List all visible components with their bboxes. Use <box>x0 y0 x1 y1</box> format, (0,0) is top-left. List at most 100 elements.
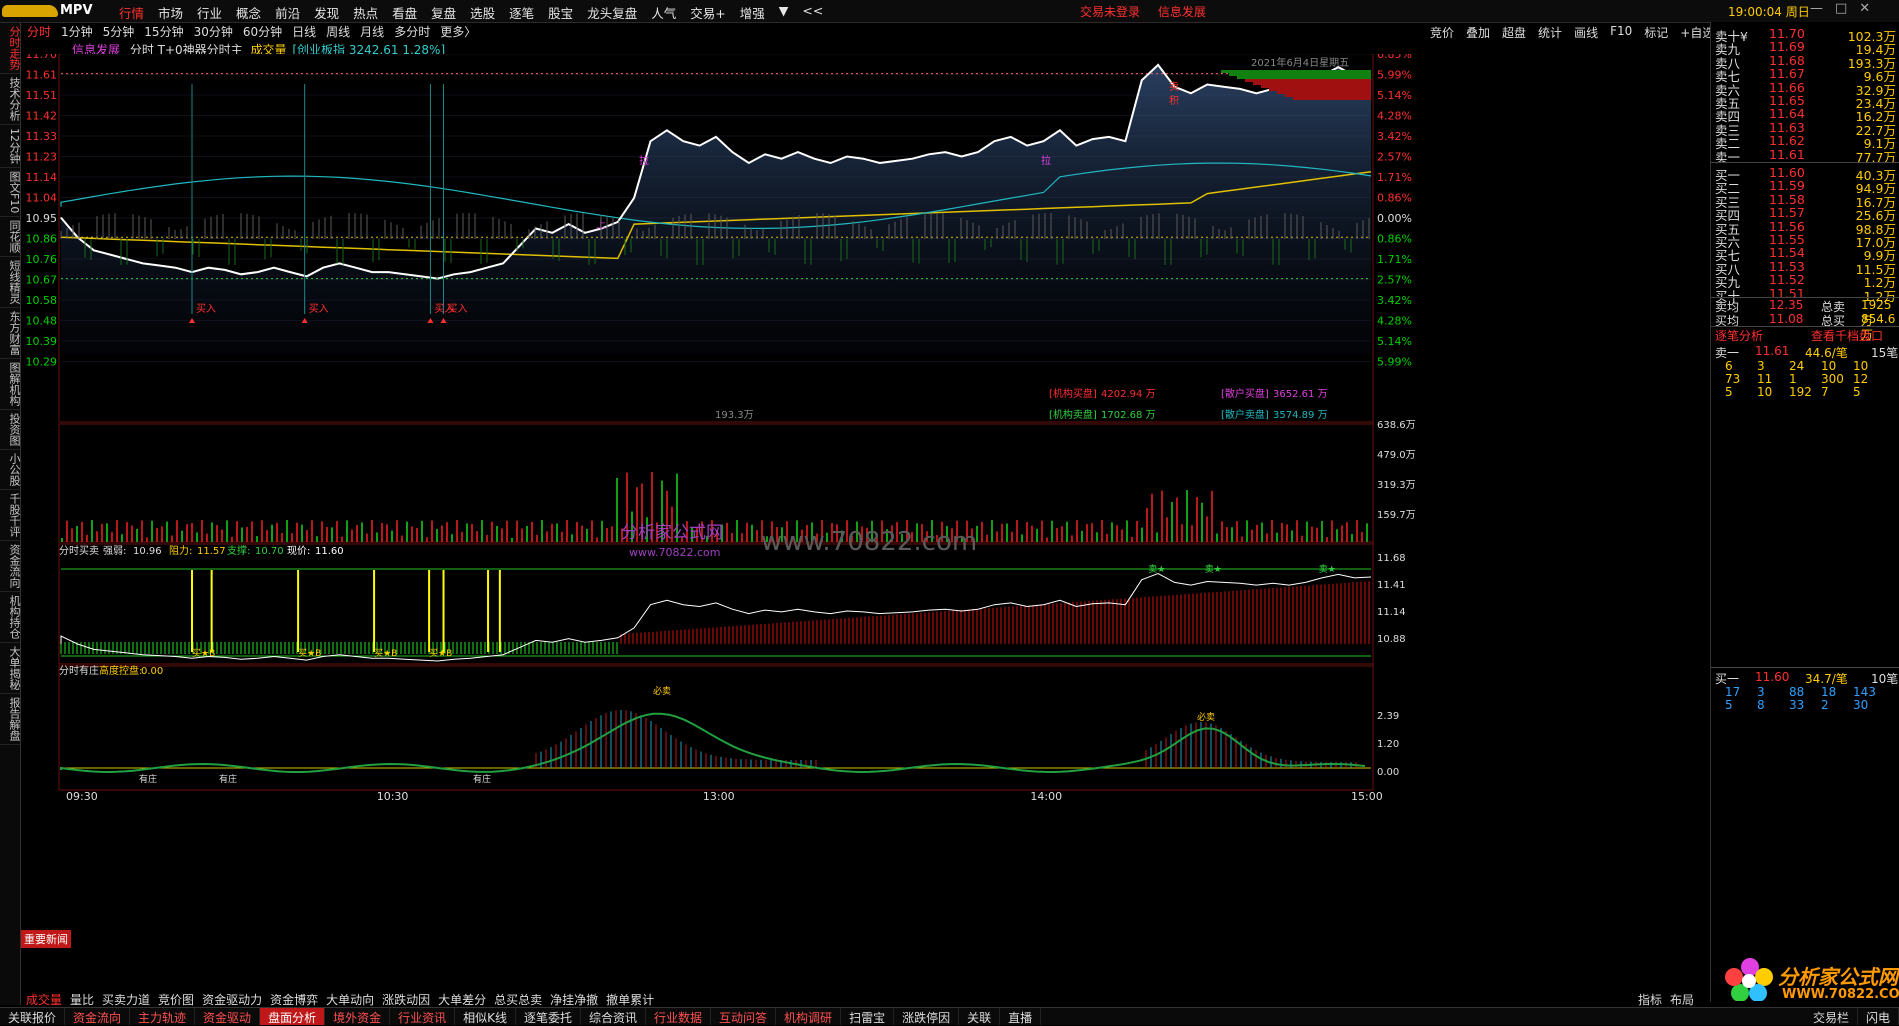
info-tab[interactable]: 盘面分析 <box>260 1008 326 1025</box>
info-tab[interactable]: 关联 <box>959 1008 1001 1025</box>
period-tab[interactable]: 更多〉 <box>435 23 481 39</box>
left-tab[interactable]: 12分钟 <box>0 125 21 168</box>
menu-item[interactable]: 交易+ <box>683 3 732 21</box>
info-tab[interactable]: 涨跌停因 <box>894 1008 960 1025</box>
indicator-tab[interactable]: 撤单累计 <box>602 991 658 1007</box>
menu-item[interactable]: 行情 <box>112 3 151 21</box>
info-tab[interactable]: 扫雷宝 <box>841 1008 895 1025</box>
info-tab[interactable]: 机构调研 <box>776 1008 842 1025</box>
menu-item[interactable]: 选股 <box>463 3 502 21</box>
chart-tool-button[interactable]: 叠加 <box>1460 24 1496 41</box>
menu-item[interactable]: 龙头复盘 <box>580 3 644 21</box>
news-button[interactable]: 重要新闻 <box>21 930 71 948</box>
indicator-button[interactable]: 指标 <box>1638 991 1662 1008</box>
menu-item[interactable]: 股宝 <box>541 3 580 21</box>
close-icon[interactable]: ✕ <box>1859 1 1870 16</box>
menu-item[interactable]: 逐笔 <box>502 3 541 21</box>
menu-item[interactable]: << <box>795 3 830 19</box>
indicator-tab[interactable]: 大单差分 <box>434 991 490 1007</box>
chart-tool-button[interactable]: 标记 <box>1638 24 1674 41</box>
info-tab[interactable]: 互动问答 <box>711 1008 777 1025</box>
left-tab[interactable]: 技术分析 <box>0 74 21 125</box>
info-tab[interactable]: 逐笔委托 <box>516 1008 581 1025</box>
menu-item[interactable]: 看盘 <box>385 3 424 21</box>
info-tab[interactable]: 行业数据 <box>646 1008 712 1025</box>
left-tab[interactable]: 报告解盘 <box>0 694 21 746</box>
resistance-bar <box>1245 79 1371 82</box>
menu-item[interactable]: 前沿 <box>268 3 307 21</box>
period-tab[interactable]: 30分钟 <box>189 23 238 39</box>
menu-item[interactable]: 概念 <box>229 3 268 21</box>
left-tab[interactable]: 同花顺 <box>0 217 21 258</box>
volume-bar <box>1201 502 1203 542</box>
info-tab[interactable]: 资金流向 <box>65 1008 131 1025</box>
maximize-icon[interactable]: □ <box>1835 1 1847 16</box>
left-tab[interactable]: 短线精灵 <box>0 257 21 309</box>
minimize-icon[interactable]: — <box>1810 1 1823 16</box>
menu-item[interactable]: 市场 <box>151 3 190 21</box>
ask-row[interactable]: 卖一 11.61 77.7万 <box>1711 147 1899 165</box>
period-tab[interactable]: 分时 <box>22 23 56 39</box>
indicator-tab[interactable]: 量比 <box>66 991 98 1007</box>
left-tab[interactable]: 图解机构 <box>0 359 21 411</box>
volume-bar <box>311 520 313 542</box>
pct-tick: 5.14% <box>1377 89 1412 102</box>
volume-bar <box>986 534 988 542</box>
chart-tool-button[interactable]: 统计 <box>1532 24 1568 41</box>
info-tab[interactable]: 直播 <box>1000 1008 1042 1025</box>
layout-button[interactable]: 布局 <box>1670 991 1694 1008</box>
menu-item[interactable]: 行业 <box>190 3 229 21</box>
info-tab[interactable]: 相似K线 <box>455 1008 516 1025</box>
info-tab[interactable]: 关联报价 <box>0 1008 66 1025</box>
period-tab[interactable]: 1分钟 <box>56 23 98 39</box>
chart-tool-button[interactable]: 画线 <box>1568 24 1604 41</box>
buy-signal-label: 买入 <box>196 303 216 315</box>
indicator-tab[interactable]: 大单动向 <box>322 991 378 1007</box>
chart-tool-button[interactable]: F10 <box>1604 24 1638 41</box>
info-tab[interactable]: 行业资讯 <box>390 1008 456 1025</box>
info-tab[interactable]: 境外资金 <box>325 1008 391 1025</box>
indicator-tab[interactable]: 总买总卖 <box>490 991 546 1007</box>
menu-item[interactable]: 发现 <box>307 3 346 21</box>
info-tab-right[interactable]: 闪电 <box>1858 1008 1899 1025</box>
info-tab-right[interactable]: 交易栏 <box>1805 1008 1858 1025</box>
period-tab[interactable]: 多分时 <box>389 23 435 39</box>
indicator-tab[interactable]: 涨跌动因 <box>378 991 434 1007</box>
info-tab[interactable]: 综合资讯 <box>581 1008 647 1025</box>
left-tab[interactable]: 千股千评 <box>0 490 21 542</box>
chart-tool-button[interactable]: 竞价 <box>1424 24 1460 41</box>
left-tab[interactable]: 资金流向 <box>0 541 21 593</box>
left-tab[interactable]: 小公股 <box>0 450 21 491</box>
menu-item[interactable]: ▼ <box>772 3 796 19</box>
left-tab[interactable]: 东方财富 <box>0 308 21 360</box>
left-tab[interactable]: 机构持仓 <box>0 592 21 644</box>
menu-item[interactable]: 增强 <box>733 3 772 21</box>
period-tab[interactable]: 月线 <box>355 23 389 39</box>
info-tab[interactable]: 资金驱动 <box>195 1008 261 1025</box>
indicator-tab[interactable]: 净挂净撤 <box>546 991 602 1007</box>
menu-item[interactable]: 热点 <box>346 3 385 21</box>
book-summary-cell: 2 <box>1821 698 1829 712</box>
trade-login-status[interactable]: 交易未登录 <box>1080 5 1140 19</box>
period-tab[interactable]: 日线 <box>287 23 321 39</box>
app-logo[interactable]: MPV <box>2 2 110 20</box>
intraday-chart[interactable]: 11.70 11.61 11.51 11.42 11.33 11.23 11.14 11.04… <box>21 54 1709 990</box>
left-tab[interactable]: 图文F10 <box>0 168 21 218</box>
indicator-tab[interactable]: 买卖力道 <box>98 991 154 1007</box>
period-tab[interactable]: 15分钟 <box>139 23 188 39</box>
period-tab[interactable]: 60分钟 <box>238 23 287 39</box>
stock-name-top[interactable]: 信息发展 <box>1158 5 1206 19</box>
left-tab[interactable]: 大单揭秘 <box>0 643 21 695</box>
period-tab[interactable]: 周线 <box>321 23 355 39</box>
indicator-tab[interactable]: 成交量 <box>22 991 66 1007</box>
period-tab[interactable]: 5分钟 <box>98 23 140 39</box>
info-tab[interactable]: 主力轨迹 <box>130 1008 196 1025</box>
chart-tool-button[interactable]: 超盘 <box>1496 24 1532 41</box>
menu-item[interactable]: 人气 <box>644 3 683 21</box>
indicator-tab[interactable]: 资金博弈 <box>266 991 322 1007</box>
left-tab[interactable]: 投资图 <box>0 410 21 451</box>
indicator-tab[interactable]: 资金驱动力 <box>198 991 266 1007</box>
menu-item[interactable]: 复盘 <box>424 3 463 21</box>
indicator-tab[interactable]: 竞价图 <box>154 991 198 1007</box>
left-tab[interactable]: 分时走势 <box>0 23 21 74</box>
